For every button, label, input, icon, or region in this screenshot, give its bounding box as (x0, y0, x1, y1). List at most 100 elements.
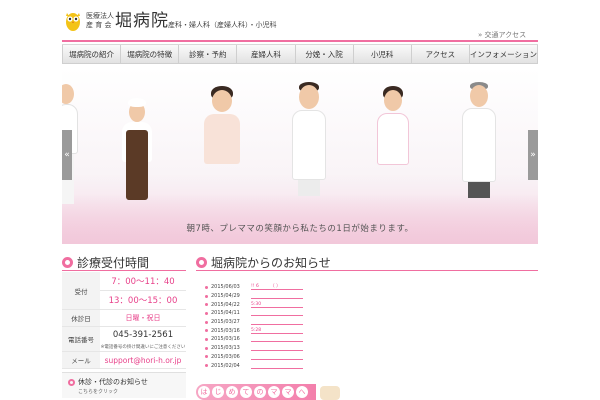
news-link[interactable] (251, 345, 303, 352)
news-date: 2015/04/11 (211, 310, 240, 317)
department-list: 産科・婦人科（産婦人科）・小児科 (168, 21, 277, 29)
news-date: 2015/02/04 (211, 362, 240, 369)
list-item: 2015/04/22 5:30 (205, 300, 385, 309)
banner-char: の (254, 386, 266, 398)
phone-note: ※電話番号の掛け間違いにご注意ください (100, 343, 186, 352)
list-item: 2015/03/27 (205, 318, 385, 327)
nav-item-obgyn[interactable]: 産婦人科 (237, 45, 296, 63)
header-divider (62, 40, 538, 42)
notice-title: 休診・代診のお知らせ (68, 377, 148, 387)
hero-slideshow: « » 朝7時、プレママの笑顔から私たちの1日が始まります。 (62, 68, 538, 244)
staff-photo-6 (460, 82, 498, 212)
banner-char: て (240, 386, 252, 398)
bullet-icon (205, 364, 208, 368)
staff-photo-4 (288, 82, 330, 212)
news-link[interactable]: 5:30 (251, 302, 303, 308)
phone-value[interactable]: 045-391-2561 (100, 327, 186, 344)
news-link[interactable]: !! 6 （ ） (251, 284, 303, 291)
holiday-value: 日曜・祝日 (100, 309, 186, 327)
hospital-name[interactable]: 堀病院 (115, 12, 169, 30)
news-link[interactable] (251, 293, 303, 300)
banner-char: じ (212, 386, 224, 398)
table-row: 休診日 日曜・祝日 (62, 309, 186, 327)
list-item: 2015/03/16 5:28 (205, 326, 385, 335)
slideshow-prev-button[interactable]: « (62, 130, 72, 180)
staff-photo-5 (374, 86, 412, 206)
banner-char: マ (282, 386, 294, 398)
news-date: 2015/06/03 (211, 284, 240, 291)
ring-bullet-icon (62, 257, 73, 268)
first-time-mama-banner[interactable]: は じ め て の マ マ へ (196, 384, 316, 400)
nav-item-features[interactable]: 堀病院の特徴 (121, 45, 180, 63)
banner-illustration (320, 386, 340, 400)
list-item: 2015/06/03 !! 6 （ ） (205, 283, 385, 292)
news-link[interactable]: 5:28 (251, 328, 303, 334)
hero-caption: 朝7時、プレママの笑顔から私たちの1日が始まります。 (186, 224, 414, 234)
afternoon-hours: 13：00〜15：00 (100, 290, 186, 310)
banner-char: へ (296, 386, 308, 398)
staff-photo-2 (118, 92, 156, 222)
phone-label: 電話番号 (62, 326, 100, 352)
list-item: 2015/02/04 (205, 361, 385, 370)
morning-hours: 7：00〜11：40 (100, 272, 186, 291)
holiday-label: 休診日 (62, 309, 100, 327)
nav-item-appointments[interactable]: 診察・予約 (179, 45, 238, 63)
hours-table: 受付 7：00〜11：40 13：00〜15：00 休診日 日曜・祝日 電話番号… (62, 272, 186, 369)
corp-label-1: 医療法人 (86, 12, 114, 20)
banner-char: め (226, 386, 238, 398)
closure-notice-link[interactable]: 休診・代診のお知らせ こちらをクリック (62, 372, 186, 398)
reception-label: 受付 (62, 272, 100, 310)
news-date: 2015/03/16 (211, 327, 240, 334)
news-link[interactable] (251, 310, 303, 317)
table-row: 電話番号 045-391-2561 (62, 326, 186, 352)
news-link[interactable] (251, 319, 303, 326)
hours-title-text: 診療受付時間 (77, 256, 150, 270)
list-item: 2015/04/11 (205, 309, 385, 318)
banner-char: マ (268, 386, 280, 398)
owl-logo-icon[interactable] (64, 9, 82, 33)
table-row: メール support@hori-h.or.jp (62, 351, 186, 369)
bullet-icon (205, 355, 208, 359)
news-date: 2015/03/16 (211, 336, 240, 343)
bullet-icon (205, 285, 208, 289)
news-date: 2015/03/27 (211, 319, 240, 326)
hours-section-title: 診療受付時間 (62, 254, 149, 271)
nav-item-delivery[interactable]: 分娩・入院 (296, 45, 354, 63)
bullet-icon (205, 294, 208, 298)
bullet-icon (205, 346, 208, 350)
news-link[interactable] (251, 354, 303, 360)
nav-item-pediatrics[interactable]: 小児科 (354, 45, 412, 63)
nav-item-access[interactable]: アクセス (412, 45, 470, 63)
bullet-icon (205, 320, 208, 324)
staff-photo-3 (202, 86, 242, 206)
news-link[interactable] (251, 336, 303, 343)
news-link[interactable] (251, 363, 303, 369)
news-date: 2015/03/06 (211, 353, 240, 360)
list-item: 2015/03/13 (205, 344, 385, 353)
nav-item-information[interactable]: インフォメーション (470, 45, 538, 63)
bullet-icon (205, 329, 208, 333)
news-section-title: 堀病院からのお知らせ (196, 254, 331, 271)
site-header: 医療法人 産 育 会 堀病院 産科・婦人科（産婦人科）・小児科 » 交通アクセス (0, 0, 600, 44)
notice-subtext: こちらをクリック (78, 389, 119, 395)
list-item: 2015/03/16 (205, 335, 385, 344)
nav-item-about[interactable]: 堀病院の紹介 (62, 45, 122, 63)
slideshow-next-button[interactable]: » (528, 130, 538, 180)
bullet-icon (205, 337, 208, 341)
banner-char: は (198, 386, 210, 398)
notice-title-text: 休診・代診のお知らせ (78, 378, 148, 386)
ring-bullet-icon (68, 378, 75, 386)
mail-link[interactable]: support@hori-h.or.jp (100, 351, 186, 369)
global-nav: 堀病院の紹介 堀病院の特徴 診察・予約 産婦人科 分娩・入院 小児科 アクセス … (62, 44, 538, 64)
list-item: 2015/04/29 (205, 292, 385, 301)
corp-label-2: 産 育 会 (86, 21, 112, 29)
news-date: 2015/03/13 (211, 345, 240, 352)
access-link[interactable]: » 交通アクセス (478, 30, 526, 40)
ring-bullet-icon (196, 257, 207, 268)
news-date: 2015/04/22 (211, 301, 240, 308)
bullet-icon (205, 303, 208, 307)
mail-label: メール (62, 351, 100, 369)
news-title-text: 堀病院からのお知らせ (211, 256, 331, 270)
news-title-underline (196, 270, 538, 271)
hours-title-underline (62, 270, 186, 271)
